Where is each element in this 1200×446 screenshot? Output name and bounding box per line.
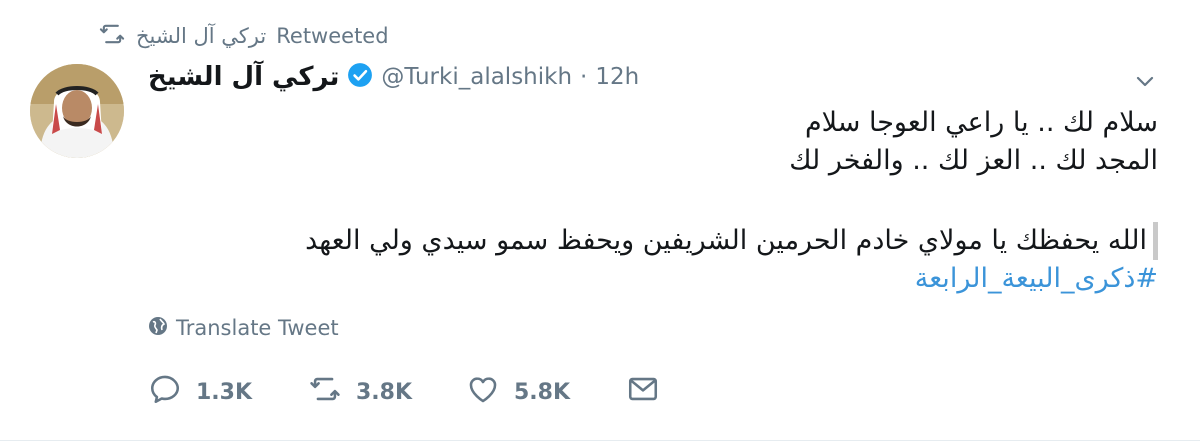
hashtag-link[interactable]: #ذكرى_البيعة_الرابعة [158,260,1158,298]
retweeter-name[interactable]: تركي آل الشيخ [136,24,266,48]
envelope-icon [626,372,660,412]
translate-tweet-button[interactable]: Translate Tweet [148,313,339,343]
tweet-card: تركي آل الشيخ Retweeted تركي آل الشيخ @T… [0,0,1200,441]
author-handle[interactable]: @Turki_alalshikh [381,64,572,90]
tweet-text: سلام لك .. يا راعي العوجا سلام المجد لك … [158,104,1158,298]
tweet-line: المجد لك .. العز لك .. والفخر لك [789,145,1158,176]
tweet-header: تركي آل الشيخ @Turki_alalshikh · 12h [148,58,639,96]
author-name[interactable]: تركي آل الشيخ [148,62,339,92]
verified-badge-icon [347,62,373,92]
globe-icon [148,316,168,341]
tweet-line: سلام لك .. يا راعي العوجا سلام [804,107,1158,138]
tweet-quoted-line: الله يحفظك يا مولاي خادم الحرمين الشريفي… [305,222,1158,260]
retweeted-label: Retweeted [276,24,389,48]
heart-icon [466,372,500,412]
avatar[interactable] [30,64,124,158]
retweet-icon [308,372,342,412]
meta-separator: · [580,64,588,90]
reply-count: 1.3K [196,379,253,405]
tweet-spacer [158,180,1158,222]
retweet-icon [98,20,126,53]
tweet-actions: 1.3K 3.8K 5.8K [148,370,708,414]
reply-button[interactable]: 1.3K [148,370,252,414]
reply-icon [148,372,182,412]
like-button[interactable]: 5.8K [466,370,570,414]
direct-message-button[interactable] [626,370,660,414]
chevron-down-icon[interactable] [1130,66,1160,96]
retweet-banner: تركي آل الشيخ Retweeted [98,20,389,52]
retweet-count: 3.8K [356,379,413,405]
like-count: 5.8K [514,379,571,405]
tweet-timestamp[interactable]: 12h [595,64,639,90]
translate-label: Translate Tweet [176,316,339,340]
retweet-button[interactable]: 3.8K [308,370,412,414]
